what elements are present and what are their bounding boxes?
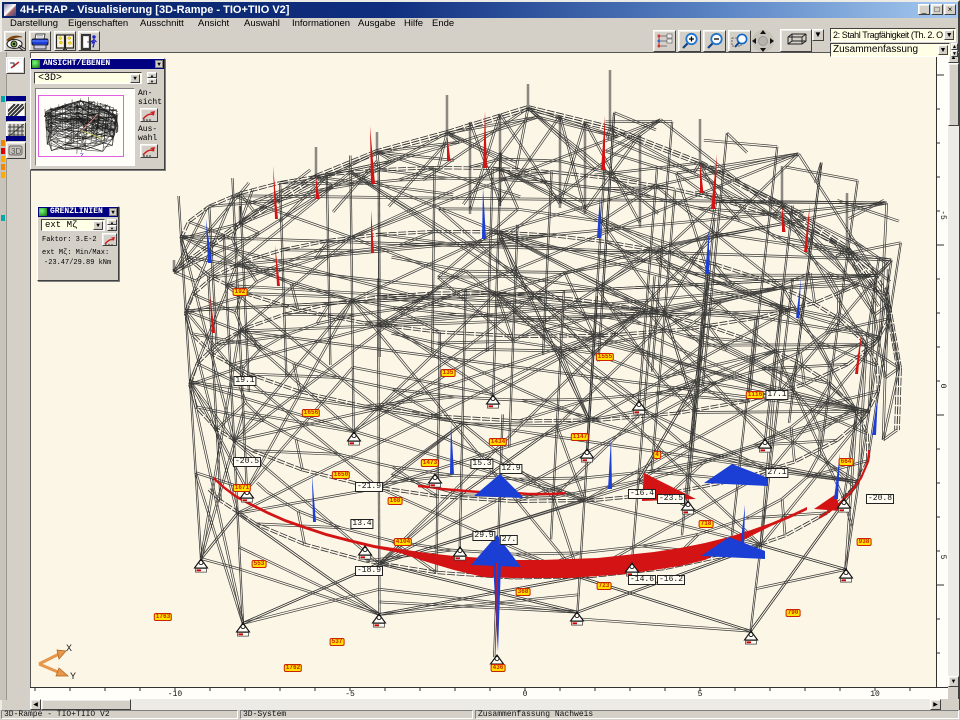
svg-text:Y: Y [70, 672, 76, 683]
svg-text:X: X [66, 644, 72, 655]
svg-text:Z: Z [79, 153, 83, 157]
